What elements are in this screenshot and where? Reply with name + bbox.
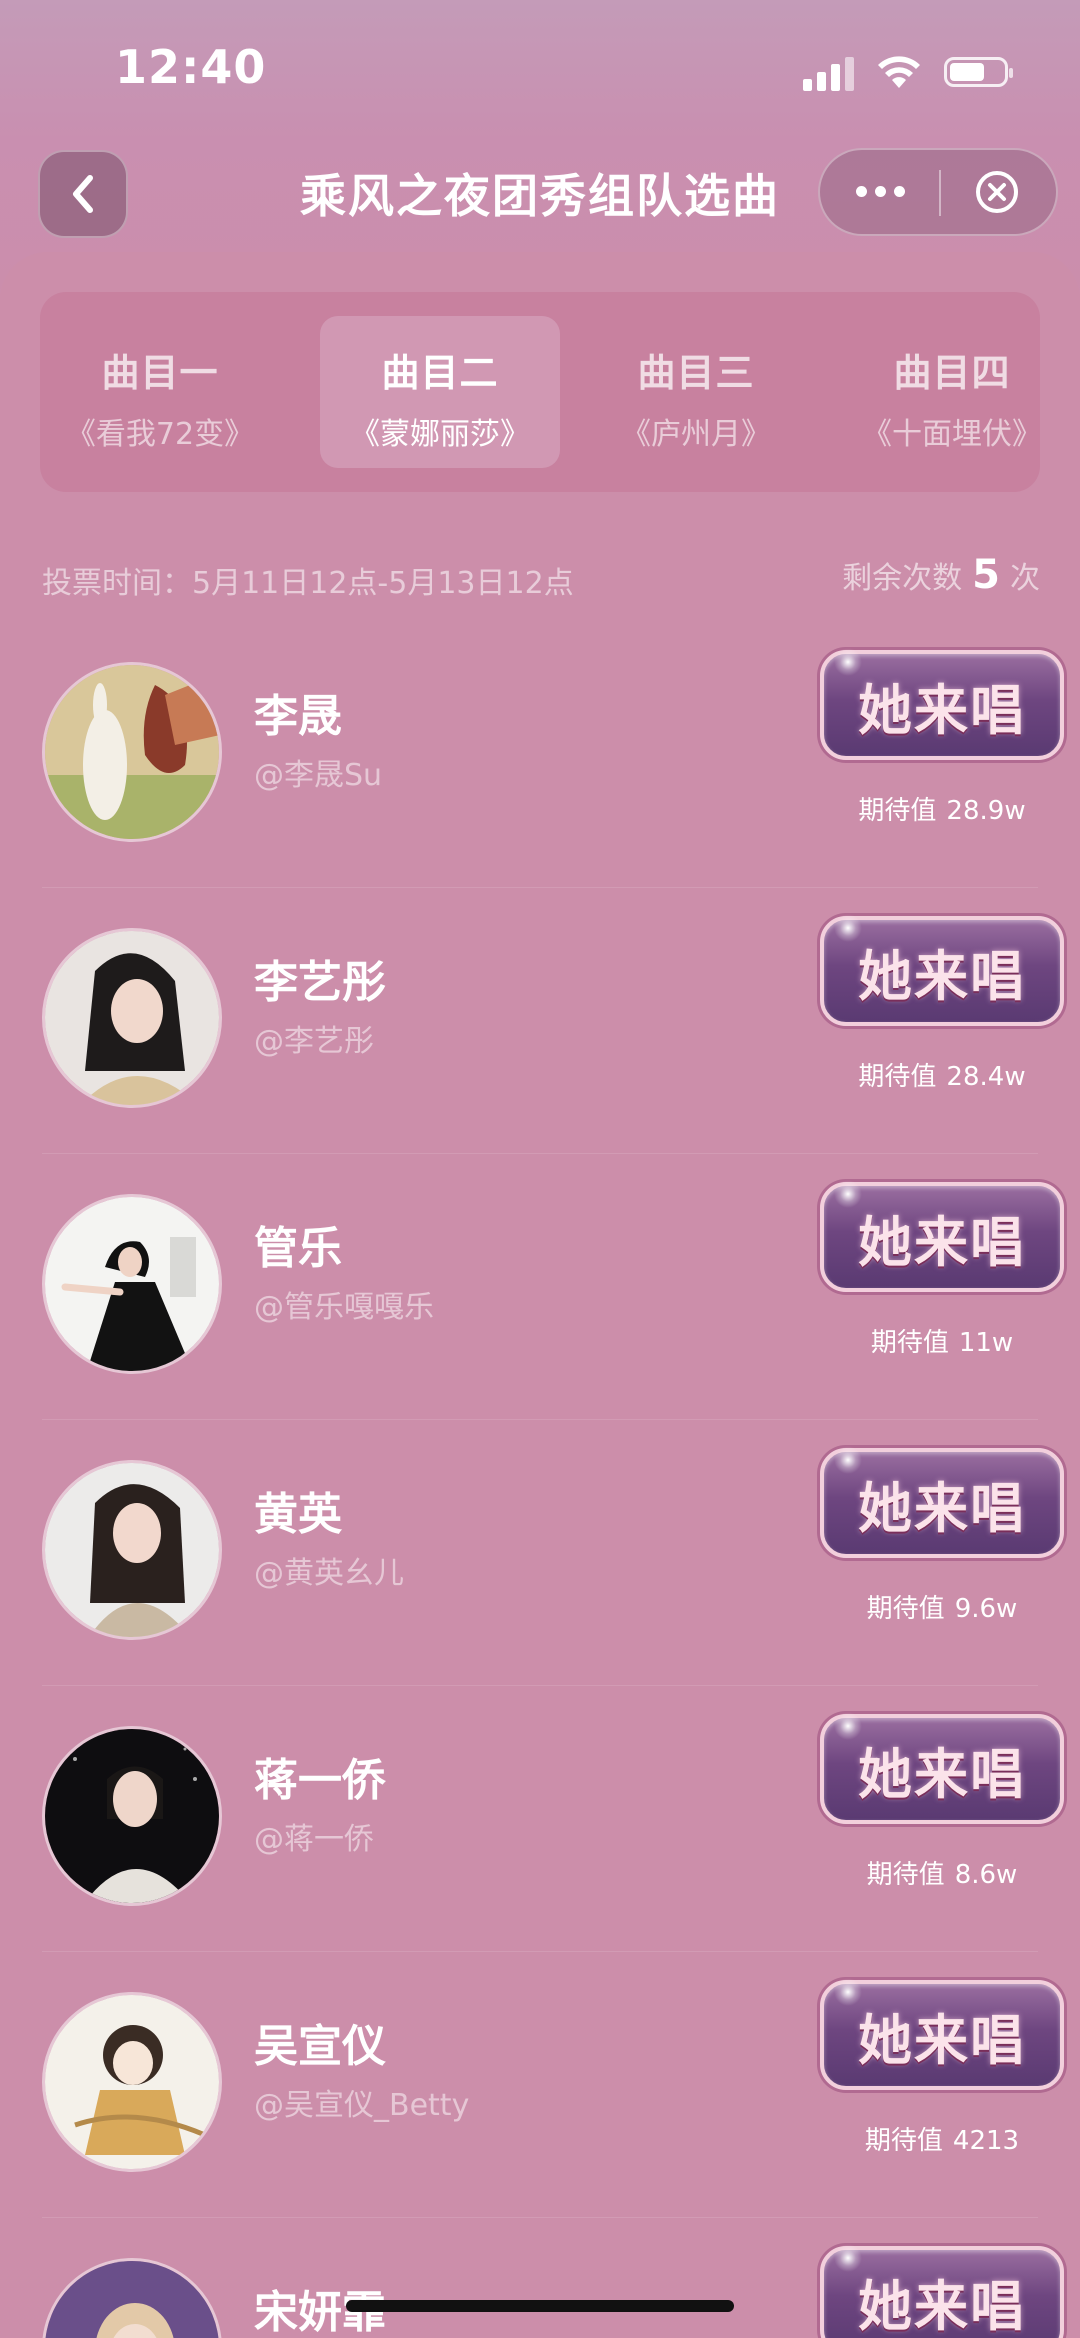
sing-button-label: 她来唱 xyxy=(858,2008,1026,2072)
sing-button-label: 她来唱 xyxy=(858,678,1026,742)
expect-value: 期待值 28.9w xyxy=(820,790,1064,827)
remaining-unit: 次 xyxy=(1010,561,1040,596)
candidate-name: 吴宣仪 xyxy=(254,2021,386,2072)
tab-name: 曲目四 xyxy=(893,351,1011,395)
status-time: 12:40 xyxy=(115,40,267,94)
sing-button-label: 她来唱 xyxy=(858,1476,1026,1540)
list-item: 李艺彤 @李艺彤 她来唱 期待值 28.4w xyxy=(0,888,1080,1154)
candidate-handle: @管乐嘎嘎乐 xyxy=(254,1290,434,1325)
candidate-handle: @蒋一侨 xyxy=(254,1822,374,1857)
song-tabs: 曲目一 《看我72变》 曲目二 《蒙娜丽莎》 曲目三 《庐州月》 曲目四 《十面… xyxy=(40,292,1040,492)
main-panel: 曲目一 《看我72变》 曲目二 《蒙娜丽莎》 曲目三 《庐州月》 曲目四 《十面… xyxy=(0,252,1080,2338)
candidate-name: 管乐 xyxy=(254,1223,342,1274)
capsule-divider xyxy=(939,170,941,216)
candidate-handle: @吴宣仪_Betty xyxy=(254,2088,470,2123)
candidate-name: 李晟 xyxy=(254,691,342,742)
avatar xyxy=(42,1460,222,1640)
wifi-icon xyxy=(878,56,920,88)
sing-vote-button[interactable]: 她来唱 xyxy=(820,1978,1064,2090)
expect-value: 期待值 4213 xyxy=(820,2120,1064,2157)
list-item: 管乐 @管乐嘎嘎乐 她来唱 期待值 11w xyxy=(0,1154,1080,1420)
tab-name: 曲目三 xyxy=(637,351,755,395)
close-circle-icon[interactable] xyxy=(975,170,1019,214)
sing-button-label: 她来唱 xyxy=(858,1210,1026,1274)
list-item: 黄英 @黄英幺儿 她来唱 期待值 9.6w xyxy=(0,1420,1080,1686)
expect-label: 期待值 xyxy=(870,1328,949,1358)
candidate-handle: @李艺彤 xyxy=(254,1024,374,1059)
avatar xyxy=(42,1992,222,2172)
sing-vote-button[interactable]: 她来唱 xyxy=(820,648,1064,760)
status-icons xyxy=(803,52,1013,92)
sing-button-label: 她来唱 xyxy=(858,1742,1026,1806)
tab-song-title: 《看我72变》 xyxy=(65,417,255,452)
cellular-signal-icon xyxy=(803,53,854,91)
remaining-votes: 剩余次数 5 次 xyxy=(842,552,1040,598)
tab-song-title: 《庐州月》 xyxy=(621,417,771,452)
sing-vote-button[interactable]: 她来唱 xyxy=(820,1712,1064,1824)
sing-vote-button[interactable]: 她来唱 xyxy=(820,2244,1064,2338)
sing-vote-button[interactable]: 她来唱 xyxy=(820,1446,1064,1558)
sing-button-label: 她来唱 xyxy=(858,2274,1026,2338)
tab-song-title: 《十面埋伏》 xyxy=(862,417,1040,452)
expect-label: 期待值 xyxy=(858,1062,937,1092)
candidate-handle: @李晟Su xyxy=(254,758,383,793)
home-indicator[interactable] xyxy=(346,2300,734,2312)
tab-name: 曲目二 xyxy=(381,351,499,395)
expect-label: 期待值 xyxy=(866,1860,945,1890)
list-item: 蒋一侨 @蒋一侨 她来唱 期待值 8.6w xyxy=(0,1686,1080,1952)
expect-value: 期待值 11w xyxy=(820,1322,1064,1359)
sing-vote-button[interactable]: 她来唱 xyxy=(820,1180,1064,1292)
candidate-handle: @黄英幺儿 xyxy=(254,1556,404,1591)
expect-number: 9.6w xyxy=(954,1594,1018,1624)
tab-name: 曲目一 xyxy=(101,351,219,395)
candidate-name: 李艺彤 xyxy=(254,957,386,1008)
miniprogram-capsule xyxy=(818,148,1058,236)
remaining-label: 剩余次数 xyxy=(842,561,963,596)
expect-number: 4213 xyxy=(952,2126,1020,2156)
expect-number: 28.9w xyxy=(946,796,1026,826)
remaining-count: 5 xyxy=(972,552,1000,598)
avatar xyxy=(42,1194,222,1374)
sing-vote-button[interactable]: 她来唱 xyxy=(820,914,1064,1026)
tab-song-1[interactable]: 曲目一 《看我72变》 xyxy=(40,316,280,468)
expect-value: 期待值 9.6w xyxy=(820,1588,1064,1625)
tab-song-4[interactable]: 曲目四 《十面埋伏》 xyxy=(832,316,1040,468)
avatar xyxy=(42,928,222,1108)
expect-number: 8.6w xyxy=(954,1860,1018,1890)
battery-icon xyxy=(944,57,1013,87)
sing-button-label: 她来唱 xyxy=(858,944,1026,1008)
tab-song-title: 《蒙娜丽莎》 xyxy=(350,417,530,452)
expect-number: 28.4w xyxy=(946,1062,1026,1092)
list-item: 吴宣仪 @吴宣仪_Betty 她来唱 期待值 4213 xyxy=(0,1952,1080,2218)
list-item: 李晟 @李晟Su 她来唱 期待值 28.9w xyxy=(0,622,1080,888)
avatar xyxy=(42,1726,222,1906)
list-item: 宋妍霏 她来唱 xyxy=(0,2218,1080,2338)
tab-song-2[interactable]: 曲目二 《蒙娜丽莎》 xyxy=(320,316,560,468)
expect-value: 期待值 28.4w xyxy=(820,1056,1064,1093)
more-dots-icon[interactable] xyxy=(856,176,905,197)
avatar xyxy=(42,2258,222,2338)
expect-label: 期待值 xyxy=(858,796,937,826)
expect-value: 期待值 8.6w xyxy=(820,1854,1064,1891)
status-bar: 12:40 xyxy=(0,0,1080,140)
tab-song-3[interactable]: 曲目三 《庐州月》 xyxy=(576,316,816,468)
avatar xyxy=(42,662,222,842)
vote-time: 投票时间：5月11日12点-5月13日12点 xyxy=(42,566,574,601)
expect-label: 期待值 xyxy=(864,2126,943,2156)
candidate-name: 蒋一侨 xyxy=(254,1755,386,1806)
candidate-name: 黄英 xyxy=(254,1489,342,1540)
expect-label: 期待值 xyxy=(866,1594,945,1624)
expect-number: 11w xyxy=(958,1328,1014,1358)
